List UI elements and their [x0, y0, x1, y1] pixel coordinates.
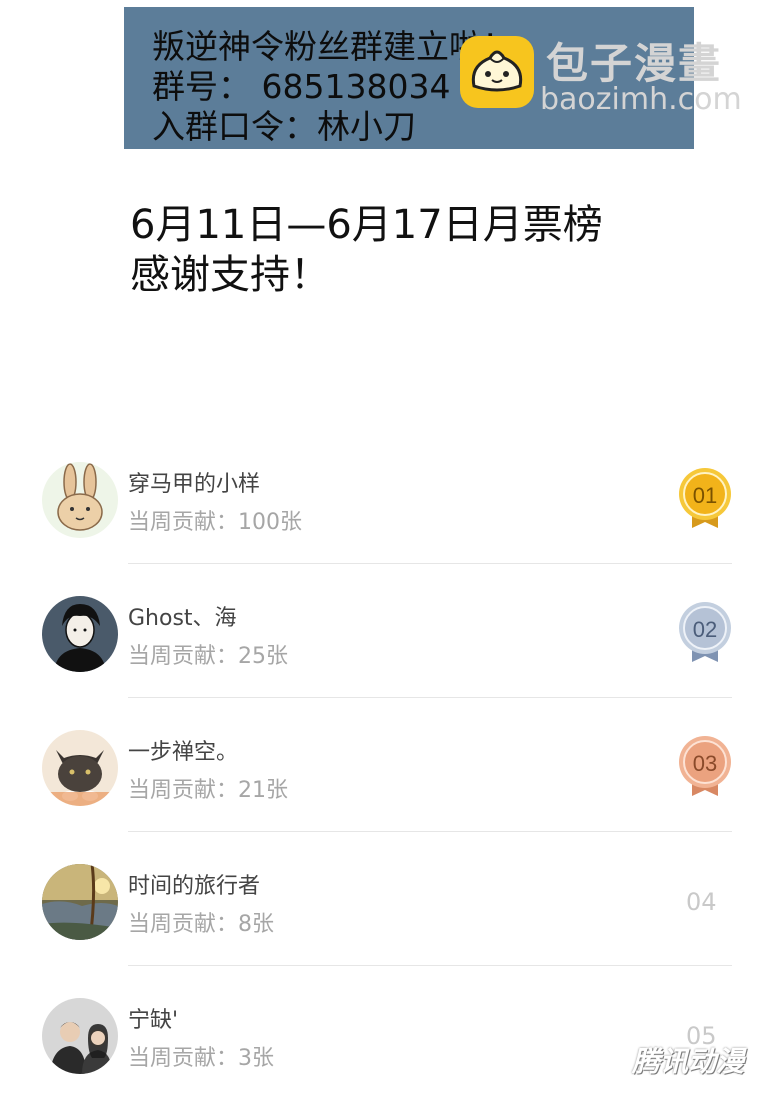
manga-boy-avatar[interactable] — [42, 596, 118, 672]
ranking-row[interactable]: 穿马甲的小样 当周贡献：100张 01 — [0, 430, 774, 564]
bronze-medal-icon: 03 — [676, 734, 734, 800]
weekly-contribution: 当周贡献：3张 — [128, 1046, 274, 1071]
tencent-comic-watermark: 腾讯动漫 — [632, 1045, 745, 1078]
gold-medal-icon: 01 — [676, 466, 734, 532]
ranking-row[interactable]: Ghost、海 当周贡献：25张 02 — [0, 564, 774, 698]
medal-rank-label: 02 — [693, 617, 717, 642]
weekly-contribution: 当周贡献：21张 — [128, 778, 288, 803]
user-name: Ghost、海 — [128, 606, 237, 631]
title-line-1: 6月11日—6月17日月票榜 — [130, 202, 603, 248]
banner-password: 入群口令：林小刀 — [152, 107, 416, 146]
silver-medal-icon: 02 — [676, 600, 734, 666]
landscape-avatar[interactable] — [42, 864, 118, 940]
page-title: 6月11日—6月17日月票榜 感谢支持！ — [130, 200, 603, 300]
watermark-url: baozimh.com — [540, 82, 742, 117]
medal-rank-label: 01 — [693, 483, 717, 508]
user-name: 穿马甲的小样 — [128, 472, 261, 497]
cat-avatar[interactable] — [42, 730, 118, 806]
user-name: 一步禅空。 — [128, 740, 239, 765]
weekly-contribution: 当周贡献：8张 — [128, 912, 274, 937]
weekly-contribution: 当周贡献：25张 — [128, 644, 288, 669]
bun-logo-icon — [460, 36, 534, 108]
banner-group-number: 群号： 685138034 — [152, 67, 451, 106]
medal-rank-label: 03 — [693, 751, 717, 776]
user-name: 宁缺' — [128, 1008, 179, 1033]
rank-number: 04 — [686, 888, 717, 916]
title-line-2: 感谢支持！ — [130, 252, 330, 298]
rabbit-avatar[interactable] — [42, 462, 118, 538]
ranking-row[interactable]: 时间的旅行者 当周贡献：8张 04 — [0, 832, 774, 966]
ranking-row[interactable]: 一步禅空。 当周贡献：21张 03 — [0, 698, 774, 832]
couple-avatar[interactable] — [42, 998, 118, 1074]
user-name: 时间的旅行者 — [128, 874, 261, 899]
weekly-contribution: 当周贡献：100张 — [128, 510, 302, 535]
